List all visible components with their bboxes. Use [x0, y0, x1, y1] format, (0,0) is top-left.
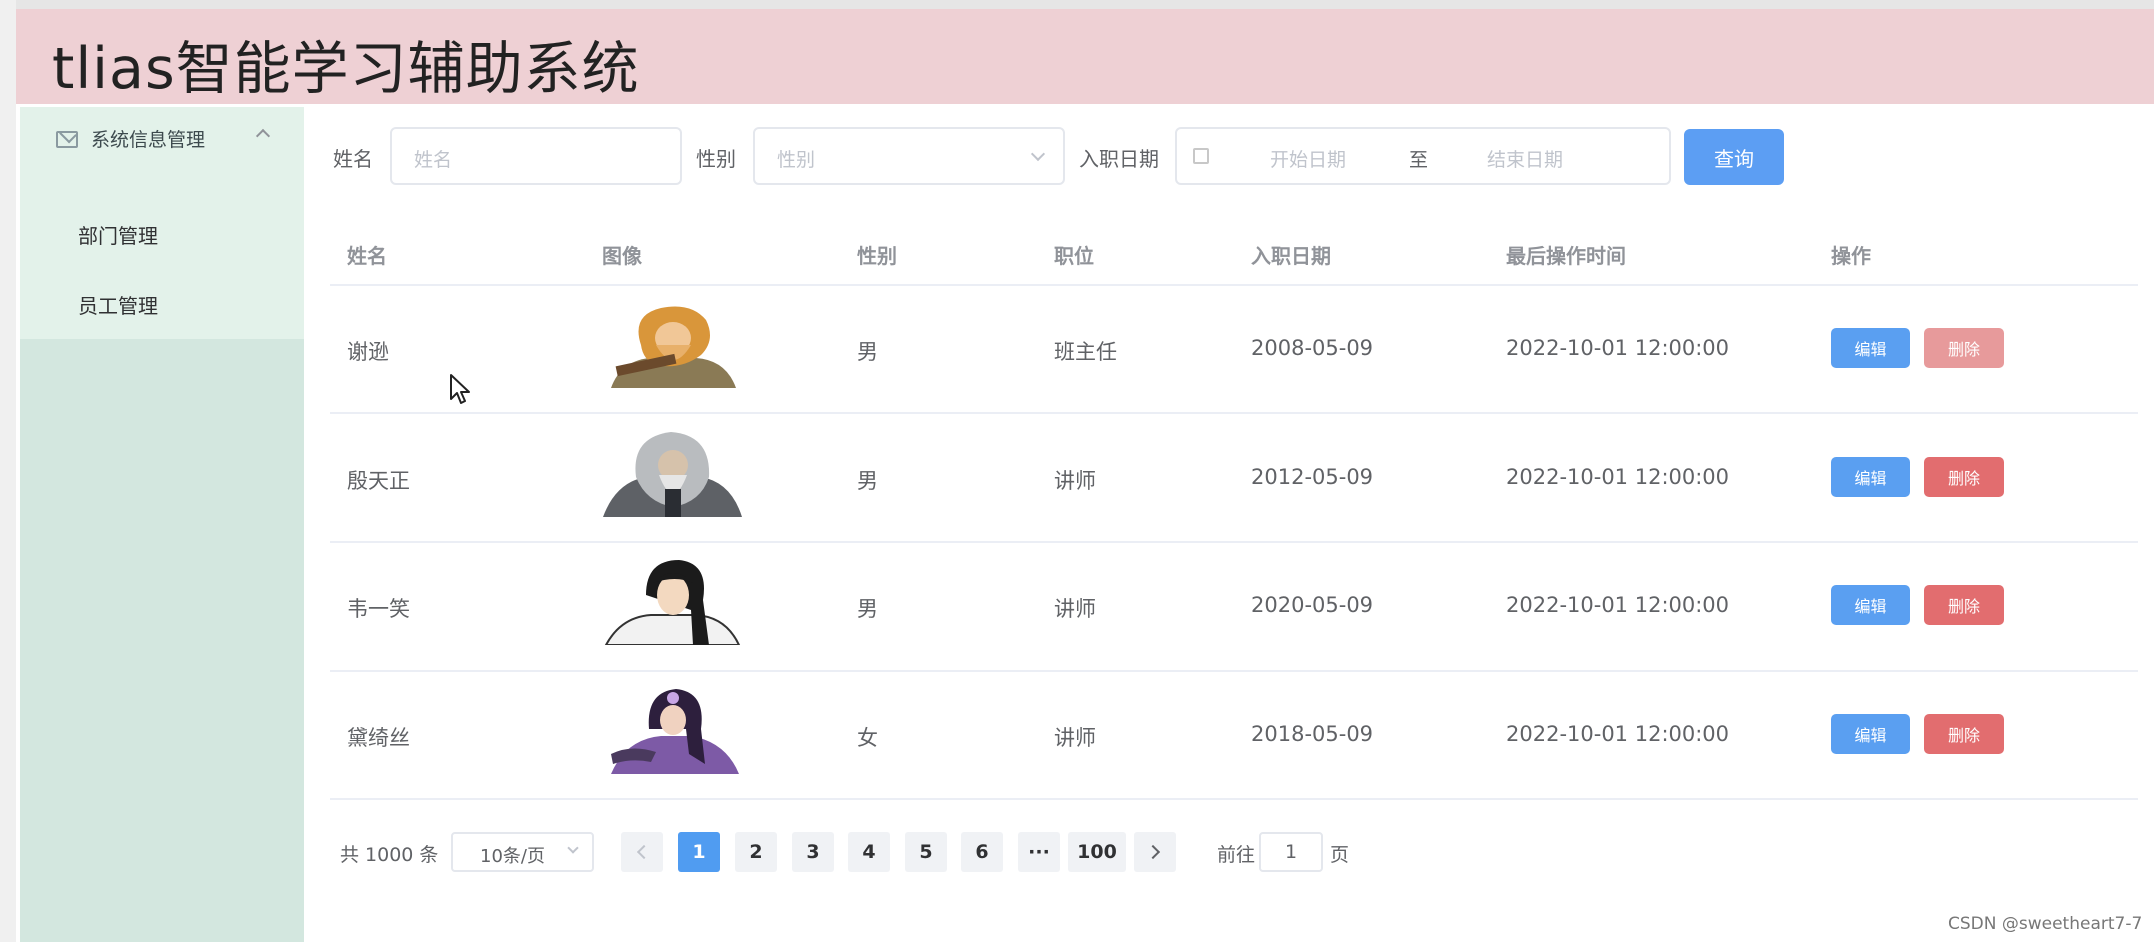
page-button-1[interactable]: 1 [678, 832, 720, 872]
cell-gender: 男 [857, 340, 878, 364]
employee-avatar [611, 306, 736, 388]
next-page-button[interactable] [1134, 832, 1176, 872]
cell-last-updated: 2022-10-01 12:00:00 [1506, 722, 1730, 746]
app-window: tlias智能学习辅助系统 系统信息管理 部门管理 员工管理 姓名 姓名 性别 … [0, 0, 2154, 942]
cell-name: 黛绮丝 [347, 726, 410, 750]
table-bottom-border [330, 798, 2138, 800]
edit-button[interactable]: 编辑 [1831, 328, 1910, 368]
edit-button[interactable]: 编辑 [1831, 457, 1910, 497]
column-header-actions: 操作 [1831, 244, 1871, 268]
delete-button[interactable]: 删除 [1924, 457, 2004, 497]
name-filter-label: 姓名 [333, 147, 373, 171]
cell-entry-date: 2018-05-09 [1251, 722, 1374, 746]
goto-page-input[interactable]: 1 [1259, 832, 1323, 872]
app-header: tlias智能学习辅助系统 [16, 9, 2154, 104]
column-header-name: 姓名 [347, 244, 387, 268]
cell-position: 讲师 [1054, 469, 1096, 493]
chevron-up-icon[interactable] [255, 128, 271, 144]
cell-gender: 男 [857, 469, 878, 493]
employee-avatar [603, 432, 742, 517]
page-ellipsis-button[interactable]: ··· [1018, 832, 1060, 872]
page-button-2[interactable]: 2 [735, 832, 777, 872]
goto-label: 前往 [1217, 844, 1256, 866]
cell-entry-date: 2008-05-09 [1251, 336, 1374, 360]
mouse-cursor-icon [450, 374, 470, 404]
cell-gender: 女 [857, 726, 878, 750]
goto-suffix: 页 [1330, 844, 1350, 866]
delete-button[interactable]: 删除 [1924, 328, 2004, 368]
start-date-input[interactable]: 开始日期 [1270, 145, 1346, 172]
cell-name: 殷天正 [347, 469, 410, 493]
name-search-input[interactable]: 姓名 [390, 127, 682, 185]
sidebar-menu: 系统信息管理 部门管理 员工管理 [20, 107, 304, 339]
end-date-input[interactable]: 结束日期 [1487, 145, 1563, 172]
row-divider [330, 284, 2138, 286]
edit-button[interactable]: 编辑 [1831, 585, 1910, 625]
chevron-down-icon [567, 842, 579, 854]
date-range-separator: 至 [1409, 149, 1429, 171]
entry-date-filter-label: 入职日期 [1079, 147, 1159, 171]
name-input-placeholder: 姓名 [414, 149, 453, 171]
row-divider [330, 541, 2138, 543]
watermark: CSDN @sweetheart7-7 [1948, 914, 2143, 934]
menu-group-label: 系统信息管理 [91, 129, 206, 151]
column-header-last-updated: 最后操作时间 [1506, 244, 1626, 268]
query-button[interactable]: 查询 [1684, 129, 1784, 185]
cell-last-updated: 2022-10-01 12:00:00 [1506, 593, 1730, 617]
cell-position: 讲师 [1054, 726, 1096, 750]
envelope-icon [56, 131, 78, 148]
cell-entry-date: 2012-05-09 [1251, 465, 1374, 489]
sidebar-item-department[interactable]: 部门管理 [78, 220, 158, 249]
cell-position: 班主任 [1054, 340, 1117, 364]
cell-name: 谢逊 [347, 340, 389, 364]
chevron-left-icon [636, 844, 652, 860]
calendar-icon [1193, 148, 1209, 164]
gender-filter-label: 性别 [696, 147, 736, 171]
page-button-5[interactable]: 5 [905, 832, 947, 872]
edit-button[interactable]: 编辑 [1831, 714, 1910, 754]
page-size-value: 10条/页 [480, 846, 545, 867]
employee-avatar [611, 689, 739, 774]
cell-last-updated: 2022-10-01 12:00:00 [1506, 465, 1730, 489]
window-left-edge [0, 0, 16, 942]
page-button-6[interactable]: 6 [961, 832, 1003, 872]
gender-select[interactable]: 性别 [753, 127, 1065, 185]
app-title: tlias智能学习辅助系统 [52, 36, 640, 102]
delete-button[interactable]: 删除 [1924, 585, 2004, 625]
chevron-down-icon [1030, 146, 1046, 162]
menu-group-system-info[interactable]: 系统信息管理 [20, 107, 304, 171]
cell-position: 讲师 [1054, 597, 1096, 621]
column-header-image: 图像 [602, 244, 642, 268]
page-button-100[interactable]: 100 [1068, 832, 1126, 872]
page-button-3[interactable]: 3 [792, 832, 834, 872]
cell-name: 韦一笑 [347, 597, 410, 621]
column-header-entry-date: 入职日期 [1251, 244, 1331, 268]
column-header-gender: 性别 [857, 244, 897, 268]
chevron-right-icon [1145, 844, 1161, 860]
entry-date-range-picker[interactable]: 开始日期 至 结束日期 [1175, 127, 1671, 185]
gender-select-placeholder: 性别 [777, 149, 816, 171]
page-size-select[interactable]: 10条/页 [451, 832, 594, 872]
cell-last-updated: 2022-10-01 12:00:00 [1506, 336, 1730, 360]
row-divider [330, 670, 2138, 672]
window-top-edge [0, 0, 2154, 9]
column-header-position: 职位 [1054, 244, 1094, 268]
pagination-total: 共 1000 条 [340, 844, 439, 866]
page-button-4[interactable]: 4 [848, 832, 890, 872]
row-divider [330, 412, 2138, 414]
sidebar-item-employee[interactable]: 员工管理 [78, 290, 158, 319]
cell-gender: 男 [857, 597, 878, 621]
prev-page-button[interactable] [621, 832, 663, 872]
cell-entry-date: 2020-05-09 [1251, 593, 1374, 617]
delete-button[interactable]: 删除 [1924, 714, 2004, 754]
sidebar: 系统信息管理 部门管理 员工管理 [20, 107, 304, 942]
employee-avatar [604, 560, 741, 645]
